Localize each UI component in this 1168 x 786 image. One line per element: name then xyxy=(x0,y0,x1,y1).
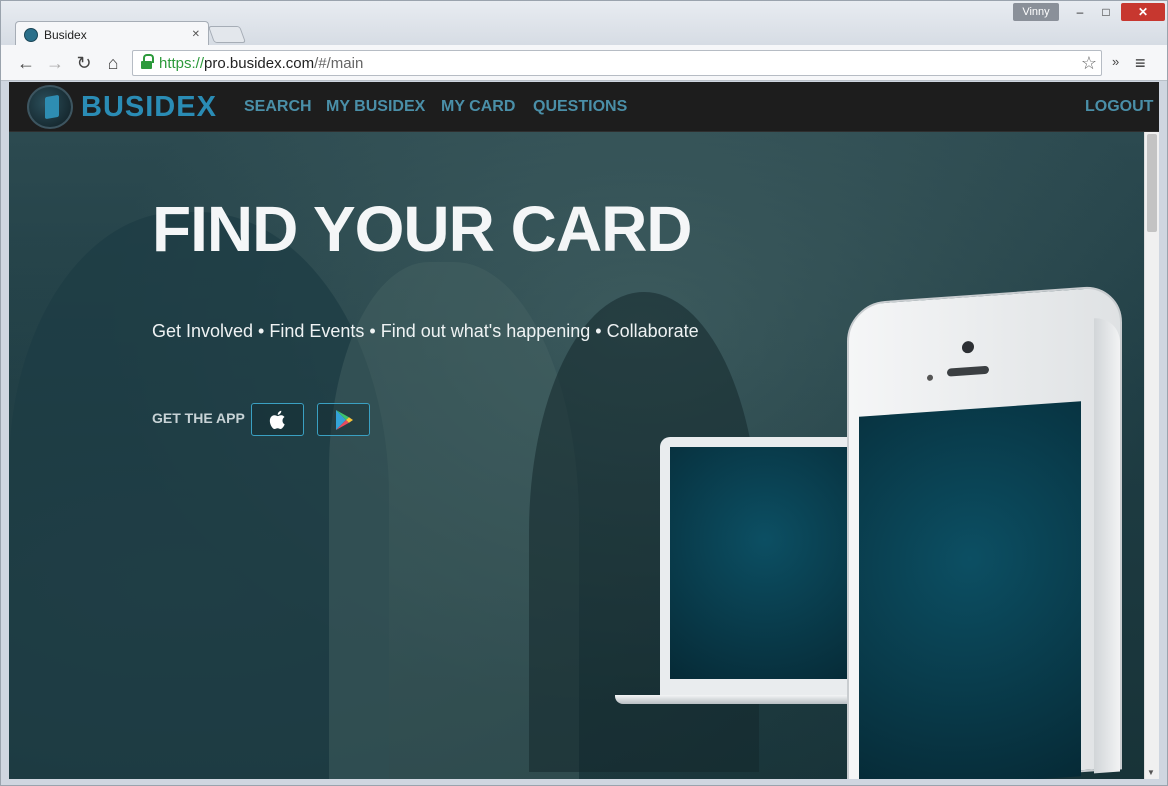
address-bar[interactable]: https://pro.busidex.com/#/main ☆ xyxy=(132,50,1102,76)
forward-icon[interactable]: → xyxy=(44,53,66,73)
url-scheme: https:// xyxy=(159,54,205,72)
profile-badge[interactable]: Vinny xyxy=(1013,3,1059,21)
google-play-button[interactable] xyxy=(317,403,370,436)
url-host: pro.busidex.com xyxy=(204,54,315,72)
hero-title: FIND YOUR CARD xyxy=(152,193,692,265)
google-play-icon xyxy=(335,409,353,430)
browser-toolbar: ← → ↻ ⌂ https://pro.busidex.com/#/main ☆… xyxy=(1,45,1167,81)
page-viewport: BUSIDEX SEARCH MY BUSIDEX MY CARD QUESTI… xyxy=(9,82,1159,779)
bookmark-star-icon[interactable]: ☆ xyxy=(1081,53,1097,74)
lock-icon xyxy=(141,54,154,69)
browser-window: Busidex ✕ Vinny – □ ✕ ← → ↻ ⌂ https://pr… xyxy=(0,0,1168,786)
tab-title: Busidex xyxy=(44,27,87,42)
phone-screen xyxy=(859,401,1081,779)
nav-questions[interactable]: QUESTIONS xyxy=(533,98,627,116)
home-icon[interactable]: ⌂ xyxy=(102,53,124,73)
page-scrollbar[interactable]: ▼ xyxy=(1144,132,1159,779)
browser-menu-icon[interactable]: ≡ xyxy=(1135,53,1146,74)
laptop-base xyxy=(615,695,870,704)
nav-my-card[interactable]: MY CARD xyxy=(441,98,515,116)
nav-search[interactable]: SEARCH xyxy=(244,98,312,116)
browser-tab[interactable]: Busidex ✕ xyxy=(15,21,209,47)
laptop-illustration xyxy=(660,437,870,697)
phone-edge xyxy=(1094,316,1120,774)
site-navbar: BUSIDEX SEARCH MY BUSIDEX MY CARD QUESTI… xyxy=(9,82,1159,132)
url-path: /#/main xyxy=(314,54,364,72)
new-tab-button[interactable] xyxy=(207,26,247,43)
title-bar: Busidex ✕ Vinny – □ ✕ xyxy=(1,1,1167,47)
phone-speaker xyxy=(947,365,989,377)
phone-illustration xyxy=(847,284,1122,779)
scrollbar-thumb[interactable] xyxy=(1147,134,1157,232)
phone-sensor xyxy=(927,374,933,382)
reload-icon[interactable]: ↻ xyxy=(73,53,95,73)
hero-subtitle: Get Involved • Find Events • Find out wh… xyxy=(152,321,699,341)
maximize-button[interactable]: □ xyxy=(1095,3,1117,21)
get-app-label: GET THE APP xyxy=(152,410,245,426)
busidex-logo-icon[interactable] xyxy=(27,85,73,129)
apple-icon xyxy=(269,410,285,429)
hero-section: FIND YOUR CARD Get Involved • Find Event… xyxy=(9,132,1159,779)
minimize-button[interactable]: – xyxy=(1069,3,1091,21)
extensions-overflow-icon[interactable]: » xyxy=(1112,54,1119,69)
back-icon[interactable]: ← xyxy=(15,53,37,73)
brand-name[interactable]: BUSIDEX xyxy=(81,91,217,124)
app-store-button[interactable] xyxy=(251,403,304,436)
favicon-icon xyxy=(24,27,38,42)
nav-my-busidex[interactable]: MY BUSIDEX xyxy=(326,98,425,116)
nav-logout[interactable]: LOGOUT xyxy=(1085,98,1153,116)
tab-close-icon[interactable]: ✕ xyxy=(192,29,200,40)
close-window-button[interactable]: ✕ xyxy=(1121,3,1165,21)
scroll-down-icon[interactable]: ▼ xyxy=(1147,768,1155,777)
laptop-screen xyxy=(670,447,860,679)
phone-camera xyxy=(962,340,974,354)
